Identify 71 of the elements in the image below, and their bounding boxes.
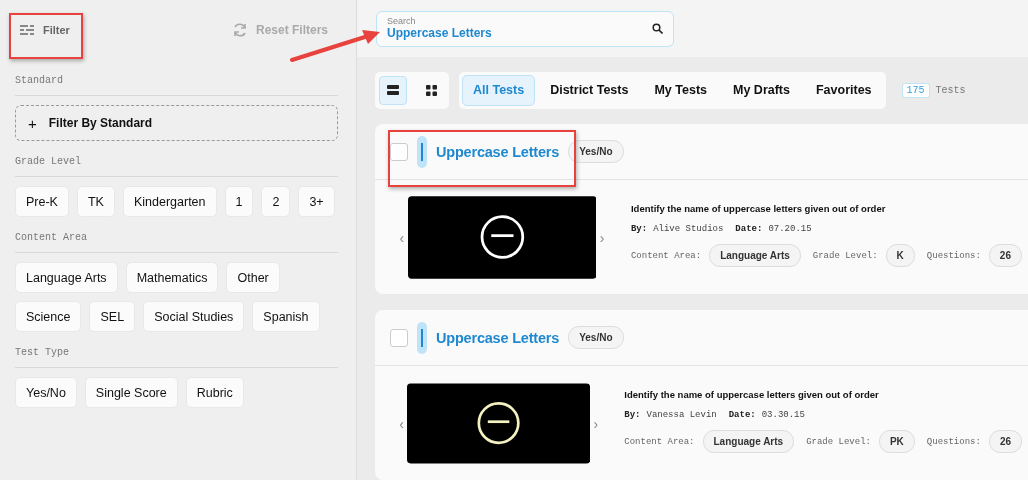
section-title: Standard bbox=[15, 60, 338, 96]
author: Vanessa Levin bbox=[646, 410, 717, 420]
tab[interactable]: My Drafts bbox=[722, 74, 801, 106]
tab[interactable]: District Tests bbox=[539, 74, 640, 106]
filter-chip[interactable]: Language Arts bbox=[15, 262, 118, 293]
filter-chip[interactable]: Social Studies bbox=[143, 301, 245, 332]
test-description: Identify the name of uppercase letters given out of order bbox=[624, 389, 880, 400]
by-label: By: bbox=[630, 224, 648, 234]
section-title: Grade Level bbox=[15, 141, 338, 177]
date: 07.20.15 bbox=[768, 224, 812, 234]
date-label: Date: bbox=[728, 410, 756, 420]
checkbox[interactable] bbox=[390, 142, 408, 161]
test-title[interactable]: Uppercase Letters bbox=[436, 143, 560, 160]
search-icon bbox=[652, 23, 663, 34]
tab[interactable]: My Tests bbox=[643, 74, 718, 106]
search-field[interactable]: Search Uppercase Letters bbox=[376, 10, 674, 47]
filter-chip[interactable]: Spanish bbox=[252, 301, 320, 332]
date-label: Date: bbox=[735, 224, 763, 234]
test-type-tag: Yes/No bbox=[568, 326, 624, 349]
filter-chip[interactable]: Single Score bbox=[84, 377, 178, 408]
questions-label: Questions: bbox=[926, 436, 981, 447]
filter-chip[interactable]: Other bbox=[226, 262, 280, 293]
filter-chip[interactable]: Yes/No bbox=[15, 377, 77, 408]
section-title: Content Area bbox=[15, 217, 338, 253]
content-area-label: Content Area: bbox=[624, 436, 695, 447]
filter-chip[interactable]: Science bbox=[15, 301, 82, 332]
filter-chip[interactable]: Pre-K bbox=[15, 186, 69, 217]
test-title[interactable]: Uppercase Letters bbox=[436, 329, 560, 346]
previous-arrow[interactable]: ‹ bbox=[393, 415, 411, 432]
questions-label: Questions: bbox=[926, 250, 981, 261]
filter-by-standard-button[interactable]: + Filter By Standard bbox=[15, 105, 338, 141]
test-description: Identify the name of uppercase letters given out of order bbox=[630, 203, 887, 214]
questions-count: 26 bbox=[988, 430, 1022, 453]
section-title: Test Type bbox=[15, 332, 338, 368]
filter-chip[interactable]: 1 bbox=[224, 186, 254, 217]
date: 03.30.15 bbox=[761, 410, 805, 420]
filter-chip[interactable]: Kindergarten bbox=[122, 186, 217, 217]
list-view-button[interactable] bbox=[379, 75, 407, 105]
content-area-label: Content Area: bbox=[630, 250, 702, 261]
grade-level-label: Grade Level: bbox=[806, 436, 871, 447]
tab[interactable]: Favorites bbox=[805, 74, 883, 106]
grade-level-label: Grade Level: bbox=[812, 250, 878, 261]
filter-chip[interactable]: Rubric bbox=[185, 377, 244, 408]
previous-arrow[interactable]: ‹ bbox=[393, 229, 411, 246]
by-label: By: bbox=[624, 410, 641, 420]
grid-icon bbox=[425, 84, 437, 96]
test-count: 175 bbox=[901, 82, 930, 98]
next-arrow[interactable]: › bbox=[593, 229, 611, 246]
checkbox[interactable] bbox=[390, 328, 408, 347]
filter-icon bbox=[20, 24, 34, 36]
filter-chip[interactable]: TK bbox=[76, 186, 115, 217]
test-type-tag: Yes/No bbox=[568, 140, 624, 163]
search-value: Uppercase Letters bbox=[387, 26, 492, 41]
search-placeholder: Search bbox=[387, 16, 417, 27]
questions-count: 26 bbox=[988, 244, 1022, 267]
bar-marker-icon bbox=[417, 135, 427, 168]
filter-label: Filter bbox=[43, 24, 70, 36]
filter-chip[interactable]: Mathematics bbox=[125, 262, 219, 293]
grade-level-tag: PK bbox=[878, 430, 915, 453]
count-label: Tests bbox=[935, 84, 966, 96]
content-area-tag: Language Arts bbox=[709, 244, 801, 267]
content-area-tag: Language Arts bbox=[702, 430, 795, 453]
grade-level-tag: K bbox=[885, 244, 915, 267]
bar-marker-icon bbox=[417, 321, 427, 354]
next-arrow[interactable]: › bbox=[587, 415, 605, 432]
list-icon bbox=[387, 85, 399, 95]
filter-chip[interactable]: 2 bbox=[261, 186, 291, 217]
filter-chip[interactable]: SEL bbox=[89, 301, 136, 332]
author: Alive Studios bbox=[653, 224, 724, 234]
refresh-icon bbox=[231, 22, 248, 38]
filter-chip[interactable]: 3+ bbox=[298, 186, 335, 217]
